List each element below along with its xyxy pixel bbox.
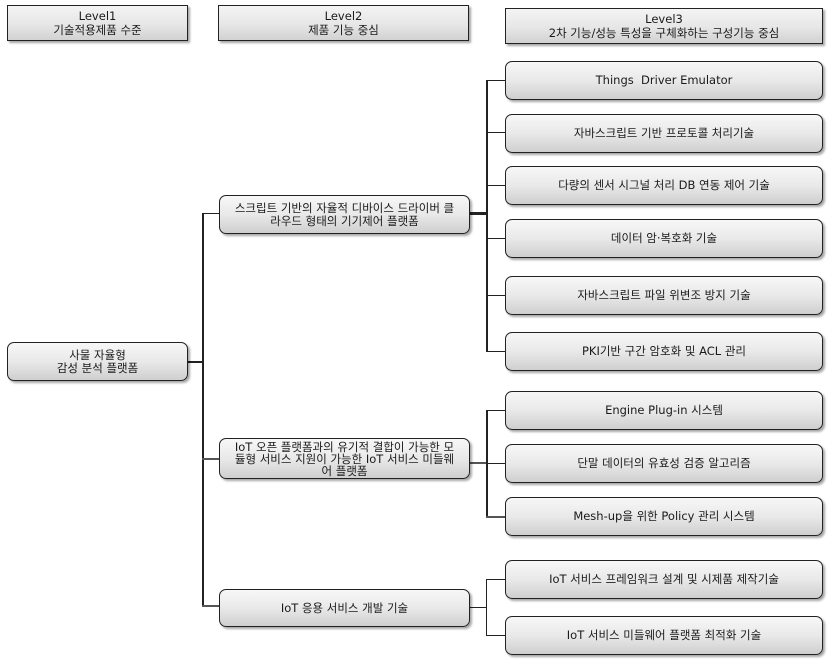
level3-label: 데이터 암·복호화 기술: [610, 231, 718, 245]
connector-a-3: [486, 185, 506, 186]
header-level3: Level3 2차 기능/성능 특성을 구체화하는 구성기능 중심: [505, 8, 823, 44]
level3-node[interactable]: IoT 서비스 프레임워크 설계 및 시제품 제작기술: [505, 560, 823, 599]
connector-l1-trunk: [202, 213, 204, 606]
root-node[interactable]: 사물 자율형 감성 분석 플랫폼: [7, 342, 188, 381]
level3-label: Mesh-up을 위한 Policy 관리 시스템: [573, 509, 755, 523]
level3-node[interactable]: Things Driver Emulator: [505, 61, 823, 100]
level3-label: 단말 데이터의 유효성 검증 알고리즘: [577, 456, 751, 470]
connector-l2-b: [202, 458, 220, 460]
level3-label: 자바스크립트 기반 프로토콜 처리기술: [573, 126, 755, 140]
level3-node[interactable]: 자바스크립트 파일 위변조 방지 기술: [505, 276, 823, 315]
header-level1: Level1 기술적용제품 수준: [7, 5, 188, 41]
header-level2: Level2 제품 기능 중심: [218, 5, 469, 41]
connector-a-out: [469, 212, 487, 215]
level3-node[interactable]: Engine Plug-in 시스템: [505, 391, 823, 430]
connector-c-trunk: [486, 579, 487, 636]
root-node-label: 사물 자율형 감성 분석 플랫폼: [56, 347, 139, 375]
level3-node[interactable]: PKI기반 구간 암호화 및 ACL 관리: [505, 332, 823, 371]
header-level3-title: Level3: [645, 12, 683, 26]
connector-c-2: [486, 635, 506, 636]
level3-node[interactable]: 다량의 센서 시그널 처리 DB 연동 제어 기술: [505, 166, 823, 205]
level3-node[interactable]: IoT 서비스 미들웨어 플랫폼 최적화 기술: [505, 616, 823, 655]
header-level2-subtitle: 제품 기능 중심: [308, 23, 379, 37]
level3-label: Things Driver Emulator: [595, 73, 733, 87]
level3-node[interactable]: 단말 데이터의 유효성 검증 알고리즘: [505, 444, 823, 483]
connector-a-trunk: [486, 80, 488, 352]
level3-node[interactable]: 데이터 암·복호화 기술: [505, 219, 823, 258]
level3-label: IoT 서비스 미들웨어 플랫폼 최적화 기술: [566, 628, 762, 642]
header-level2-title: Level2: [324, 9, 363, 23]
header-level1-subtitle: 기술적용제품 수준: [53, 23, 142, 37]
level2-node-iot-middleware[interactable]: IoT 오픈 플랫폼과의 유기적 결합이 가능한 모듈형 서비스 지원이 가능한…: [219, 438, 470, 479]
connector-root-out: [187, 361, 203, 363]
connector-b-2: [486, 463, 506, 464]
connector-b-out: [469, 462, 487, 464]
connector-c-out: [469, 607, 487, 608]
level2-node-device-control[interactable]: 스크립트 기반의 자율적 디바이스 드라이버 클라우드 형태의 기기제어 플랫폼: [219, 195, 470, 234]
level3-label: 다량의 센서 시그널 처리 DB 연동 제어 기술: [558, 178, 770, 192]
connector-a-1: [486, 80, 506, 81]
level3-label: IoT 서비스 프레임워크 설계 및 시제품 제작기술: [549, 572, 779, 586]
connector-l2-a: [202, 213, 220, 214]
level2-label: IoT 응용 서비스 개발 기술: [280, 600, 409, 615]
connector-a-2: [486, 132, 506, 133]
level3-label: 자바스크립트 파일 위변조 방지 기술: [577, 288, 751, 302]
level3-node[interactable]: Mesh-up을 위한 Policy 관리 시스템: [505, 497, 823, 536]
level3-label: PKI기반 구간 암호화 및 ACL 관리: [581, 344, 747, 358]
header-level3-subtitle: 2차 기능/성능 특성을 구체화하는 구성기능 중심: [548, 26, 780, 40]
connector-a-4: [486, 238, 506, 239]
header-level1-title: Level1: [78, 9, 117, 23]
level3-label: Engine Plug-in 시스템: [605, 403, 723, 417]
connector-c-1: [486, 579, 506, 580]
connector-b-1: [486, 410, 506, 411]
connector-l2-c: [202, 605, 220, 607]
level3-node[interactable]: 자바스크립트 기반 프로토콜 처리기술: [505, 114, 823, 153]
connector-b-3: [486, 516, 506, 518]
level2-node-iot-app-dev[interactable]: IoT 응용 서비스 개발 기술: [219, 589, 470, 627]
connector-a-5: [486, 295, 506, 296]
connector-a-6: [486, 351, 506, 352]
level2-label: IoT 오픈 플랫폼과의 유기적 결합이 가능한 모듈형 서비스 지원이 가능한…: [234, 439, 455, 478]
level2-label: 스크립트 기반의 자율적 디바이스 드라이버 클라우드 형태의 기기제어 플랫폼: [234, 200, 455, 228]
